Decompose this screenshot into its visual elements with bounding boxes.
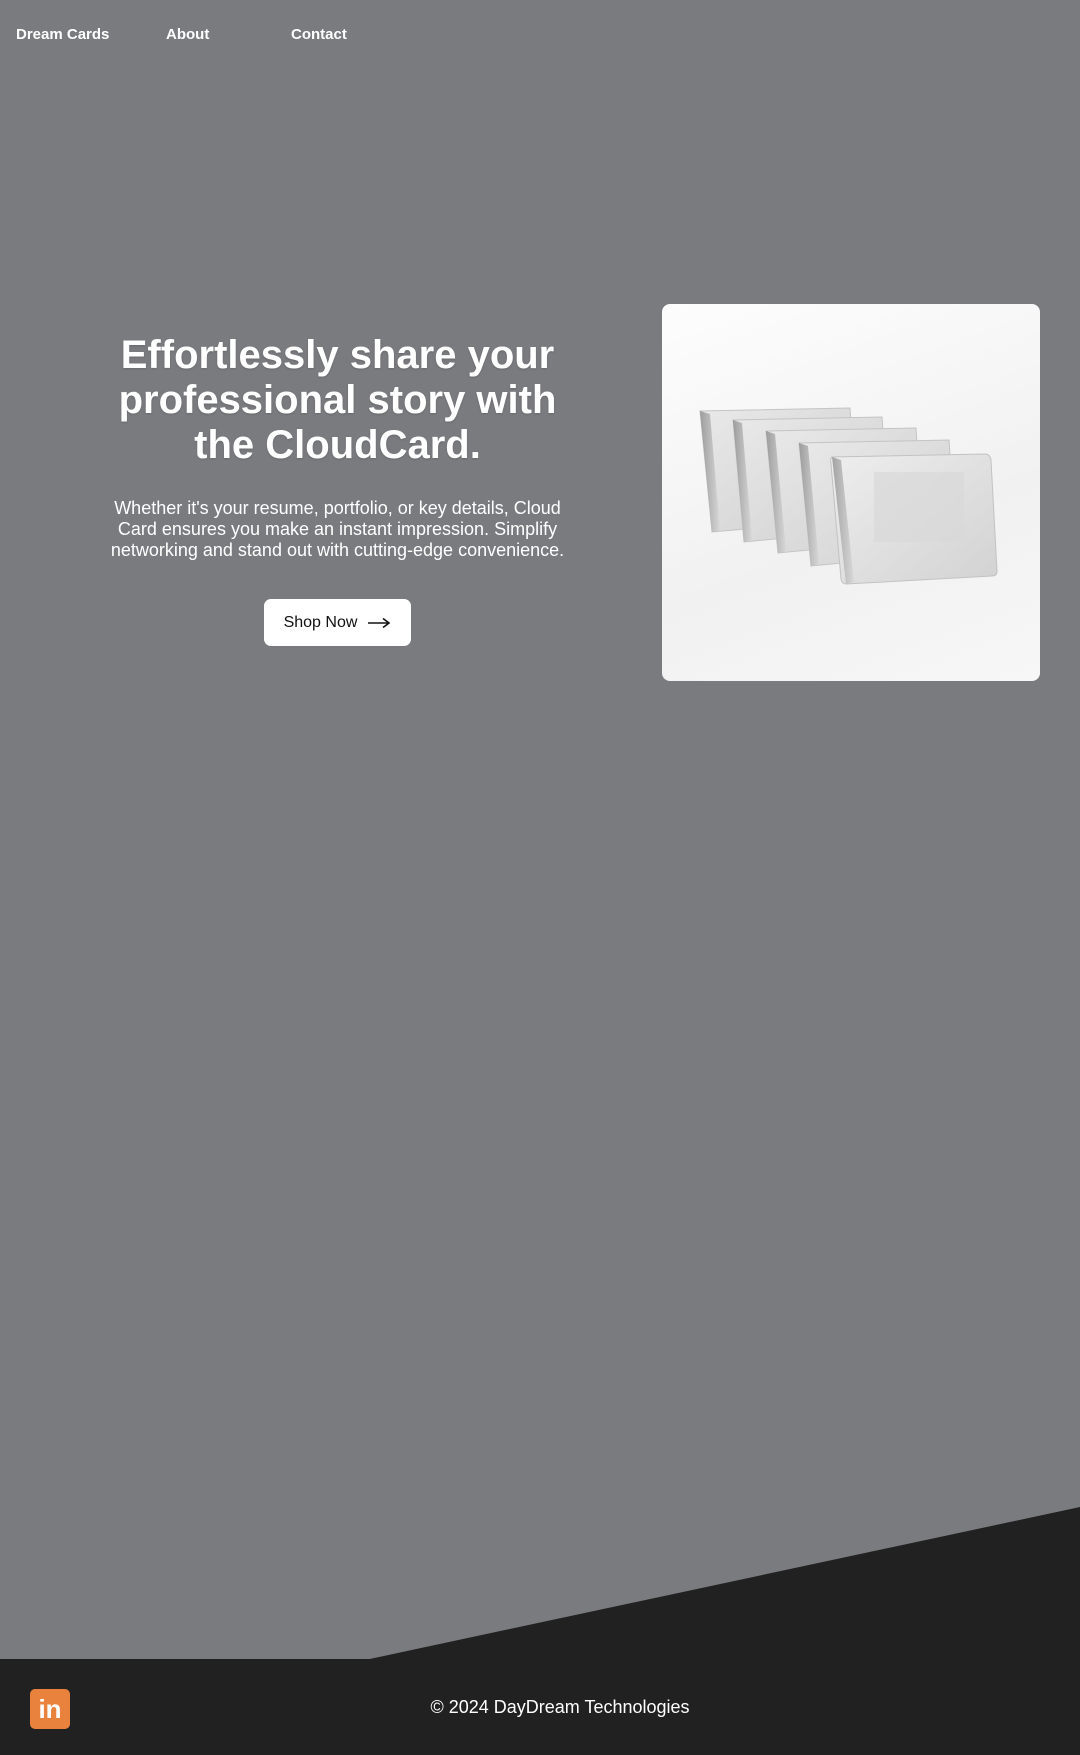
copyright-text: © 2024 DayDream Technologies bbox=[430, 1697, 690, 1717]
stacked-cards-icon bbox=[699, 407, 998, 585]
product-image bbox=[662, 304, 1040, 681]
nav-brand-link[interactable]: Dream Cards bbox=[16, 26, 166, 43]
nav-about-link[interactable]: About bbox=[166, 26, 291, 43]
hero-description: Whether it's your resume, portfolio, or … bbox=[110, 498, 565, 560]
shop-now-label: Shop Now bbox=[283, 613, 358, 631]
hero-section: Effortlessly share your professional sto… bbox=[105, 333, 570, 646]
top-nav: Dream Cards About Contact bbox=[16, 26, 391, 43]
page: Dream Cards About Contact Effortlessly s… bbox=[0, 0, 1080, 1755]
hero-title: Effortlessly share your professional sto… bbox=[118, 333, 557, 467]
nav-contact-link[interactable]: Contact bbox=[291, 26, 391, 43]
shop-now-button[interactable]: Shop Now bbox=[263, 599, 412, 646]
footer-slope-shape bbox=[365, 1507, 1080, 1660]
arrow-right-icon bbox=[368, 617, 391, 628]
footer: in © 2024 DayDream Technologies bbox=[0, 1659, 1080, 1755]
